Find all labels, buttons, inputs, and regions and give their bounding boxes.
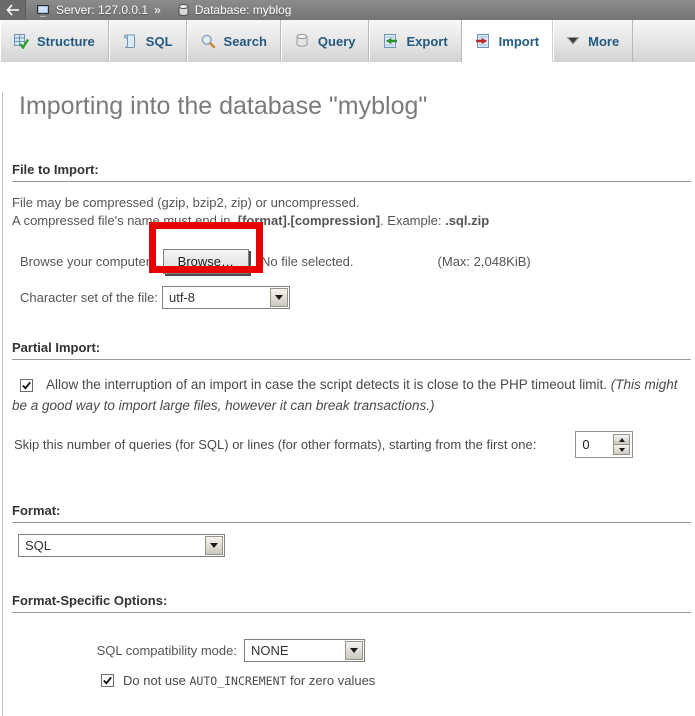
skip-queries-input[interactable]: 0: [575, 431, 633, 458]
auto-increment-label: Do not use AUTO_INCREMENT for zero value…: [123, 673, 375, 688]
compression-info-text: File may be compressed (gzip, bzip2, zip…: [12, 194, 691, 230]
charset-row: Character set of the file: utf-8: [20, 286, 691, 309]
allow-interrupt-text: Allow the interruption of an import in c…: [46, 377, 611, 392]
tab-label: Structure: [37, 34, 95, 49]
browse-button[interactable]: Browse…: [163, 249, 249, 274]
query-icon: [294, 33, 310, 49]
name-rule-format: .[format].[compression]: [234, 213, 380, 228]
chevron-down-icon: [566, 36, 580, 46]
charset-label: Character set of the file:: [20, 290, 158, 305]
import-page: Importing into the database "myblog" Fil…: [2, 92, 695, 716]
skip-queries-value: 0: [578, 437, 613, 452]
spinner-buttons: [613, 434, 630, 455]
no-file-selected-text: No file selected.: [261, 254, 354, 269]
name-rule-example: .sql.zip: [445, 213, 489, 228]
skip-queries-label: Skip this number of queries (for SQL) or…: [14, 437, 536, 452]
auto-increment-checkbox[interactable]: [101, 674, 114, 687]
breadcrumb-database[interactable]: Database: myblog: [195, 3, 292, 17]
charset-select[interactable]: utf-8: [162, 286, 290, 309]
tab-bar: Structure SQL Search Query Export: [0, 20, 695, 62]
tab-label: Search: [224, 34, 267, 49]
spin-up-button[interactable]: [613, 434, 630, 445]
check-icon: [102, 675, 113, 686]
back-arrow-icon: [6, 4, 20, 16]
partial-import-option: Allow the interruption of an import in c…: [12, 374, 691, 416]
structure-icon: [13, 33, 29, 49]
sql-compat-selected-value: NONE: [245, 643, 344, 658]
tab-label: SQL: [146, 34, 173, 49]
dropdown-arrow-icon[interactable]: [270, 288, 288, 307]
sql-compat-select[interactable]: NONE: [244, 639, 365, 662]
tab-label: More: [588, 34, 619, 49]
search-icon: [200, 33, 216, 49]
compression-line: File may be compressed (gzip, bzip2, zip…: [12, 195, 360, 210]
tab-import[interactable]: Import: [462, 20, 553, 62]
file-upload-row: Browse your computer: Browse… No file se…: [20, 247, 691, 275]
tab-export[interactable]: Export: [369, 20, 461, 62]
tab-search[interactable]: Search: [187, 20, 281, 62]
check-icon: [21, 380, 32, 391]
tab-sql[interactable]: SQL: [109, 20, 187, 62]
format-selected-value: SQL: [19, 538, 204, 553]
tab-query[interactable]: Query: [281, 20, 370, 62]
back-button[interactable]: [0, 0, 26, 20]
format-select[interactable]: SQL: [18, 534, 225, 557]
browse-label: Browse your computer:: [20, 254, 154, 269]
dropdown-arrow-icon[interactable]: [345, 641, 363, 660]
name-rule-prefix: A compressed file's name must end in: [12, 213, 234, 228]
tab-structure[interactable]: Structure: [0, 20, 109, 62]
breadcrumb-separator: »: [154, 3, 161, 17]
export-icon: [382, 33, 398, 49]
autoinc-code: AUTO_INCREMENT: [190, 674, 287, 688]
skip-queries-row: Skip this number of queries (for SQL) or…: [14, 431, 691, 458]
breadcrumb-server[interactable]: Server: 127.0.0.1: [56, 3, 148, 17]
max-upload-size: (Max: 2,048KiB): [438, 254, 531, 269]
server-icon: [36, 3, 51, 18]
charset-selected-value: utf-8: [163, 290, 269, 305]
database-icon: [177, 3, 190, 17]
sql-icon: [122, 33, 138, 49]
section-heading-partial-import: Partial Import:: [12, 340, 691, 360]
tabbar-filler: [633, 20, 695, 62]
tab-more[interactable]: More: [553, 20, 633, 62]
breadcrumb-bar: Server: 127.0.0.1 » Database: myblog: [0, 0, 695, 20]
spin-down-button[interactable]: [613, 445, 630, 455]
page-title: Importing into the database "myblog": [19, 92, 691, 121]
sql-compat-label: SQL compatibility mode:: [12, 643, 244, 658]
section-heading-format-options: Format-Specific Options:: [12, 593, 691, 613]
auto-increment-option: Do not use AUTO_INCREMENT for zero value…: [101, 673, 691, 688]
format-row: SQL: [18, 534, 691, 557]
autoinc-prefix: Do not use: [123, 673, 190, 688]
import-icon: [475, 33, 491, 49]
allow-interrupt-checkbox[interactable]: [20, 379, 33, 392]
section-heading-format: Format:: [12, 503, 691, 523]
section-heading-file-to-import: File to Import:: [12, 162, 691, 182]
tab-label: Export: [406, 34, 447, 49]
dropdown-arrow-icon[interactable]: [205, 536, 223, 555]
sql-compat-row: SQL compatibility mode: NONE: [12, 639, 691, 662]
name-rule-mid: . Example:: [380, 213, 445, 228]
tab-label: Query: [318, 34, 356, 49]
autoinc-suffix: for zero values: [286, 673, 375, 688]
tab-label: Import: [499, 34, 539, 49]
